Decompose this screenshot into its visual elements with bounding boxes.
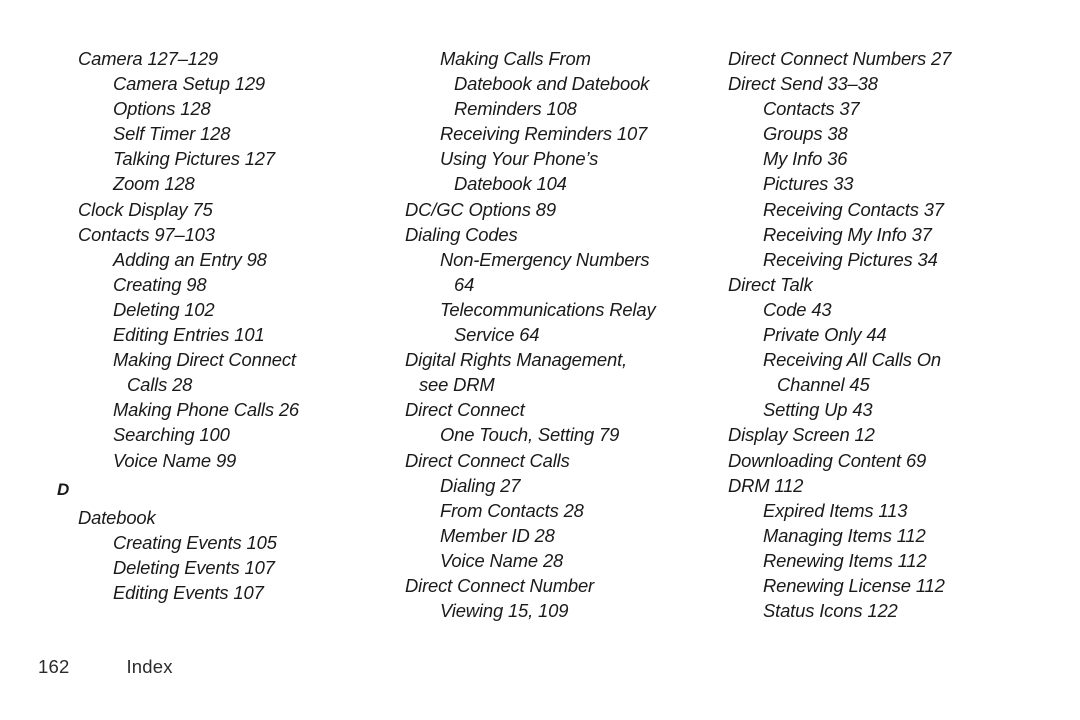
index-entry: Creating 98 [113,273,207,295]
index-entry: Groups 38 [763,123,848,145]
index-entry: Renewing License 112 [763,574,945,596]
index-entry: Telecommunications Relay Service 64 [440,298,661,346]
index-entry: Code 43 [763,298,832,320]
page-footer: 162 Index [0,655,1080,685]
index-entry: Pictures 33 [763,173,854,195]
index-entry: Display Screen 12 [728,424,875,446]
footer-page-number: 162 [38,656,70,677]
index-entry: Using Your Phone’s Datebook 104 [440,148,604,195]
index-entry: Direct Connect Numbers 27 [728,48,952,69]
index-entry: Editing Entries 101 [113,324,265,346]
index-entry: Voice Name 99 [113,449,237,471]
index-entry: Renewing Items 112 [763,549,927,571]
index-entry: Status Icons 122 [763,600,898,622]
index-entry: Camera 127–129 [78,48,219,69]
index-entry: Dialing Codes [405,223,518,245]
index-entry: Self Timer 128 [113,123,231,145]
footer-label: Index [126,656,173,677]
index-entry: Deleting 102 [113,298,215,320]
index-entry: Adding an Entry 98 [113,248,267,270]
index-column-3: Direct Connect Numbers 27 Direct Send 33–… [660,46,1005,623]
index-entry: Clock Display 75 [78,198,213,220]
index-entry: From Contacts 28 [440,499,584,521]
index-entry: Contacts 97–103 [78,223,215,245]
index-entry: Direct Connect [405,399,525,421]
index-entry: DC/GC Options 89 [405,198,556,220]
index-column-2: Making Calls From Datebook and Datebook … [330,46,660,623]
index-entry: Contacts 37 [763,98,860,120]
index-entry: Non-Emergency Numbers 64 [440,248,655,295]
index-entry: Deleting Events 107 [113,556,275,578]
index-entry: Managing Items 112 [763,524,926,546]
index-entry: Receiving Reminders 107 [440,123,648,145]
index-entry: Creating Events 105 [113,531,277,553]
index-entry: DRM 112 [728,474,804,496]
index-entry: Receiving All Calls On Channel 45 [763,349,946,396]
index-columns-container: Camera 127–129 Camera Setup 129 Options 12… [0,46,1080,623]
index-entry: Viewing 15, 109 [440,600,569,622]
index-entry: Direct Send 33–38 [728,73,878,95]
index-entry: Making Direct Connect Calls 28 [113,349,301,396]
index-entry: Voice Name 28 [440,549,564,571]
index-entry: Camera Setup 129 [113,73,265,95]
index-column-1: Camera 127–129 Camera Setup 129 Options 12… [0,46,330,605]
index-entry: Direct Talk [728,273,813,295]
index-entry: Expired Items 113 [763,499,908,521]
index-page: Camera 127–129 Camera Setup 129 Options 12… [0,0,1080,720]
index-entry: Zoom 128 [113,173,195,195]
index-entry: Receiving Pictures 34 [763,248,938,270]
index-entry: Member ID 28 [440,524,555,546]
index-entry: My Info 36 [763,148,848,170]
index-section-letter: D [57,479,70,499]
index-entry: Direct Connect Calls [405,449,570,471]
index-entry: Receiving Contacts 37 [763,198,944,220]
index-entry: Talking Pictures 127 [113,148,275,170]
index-entry: Searching 100 [113,424,230,446]
index-entry: Making Calls From Datebook and Datebook … [440,48,655,120]
index-entry: Downloading Content 69 [728,449,927,471]
index-entry: Receiving My Info 37 [763,223,932,245]
index-entry: Datebook [78,506,156,528]
index-entry: Direct Connect Number [405,574,594,596]
index-entry: Options 128 [113,98,211,120]
index-entry: Private Only 44 [763,324,887,346]
index-entry: Setting Up 43 [763,399,873,421]
index-entry: One Touch, Setting 79 [440,424,620,446]
index-entry: Making Phone Calls 26 [113,399,299,421]
index-entry: Digital Rights Management, see DRM [405,349,632,396]
index-entry: Editing Events 107 [113,581,264,603]
index-entry: Dialing 27 [440,474,521,496]
